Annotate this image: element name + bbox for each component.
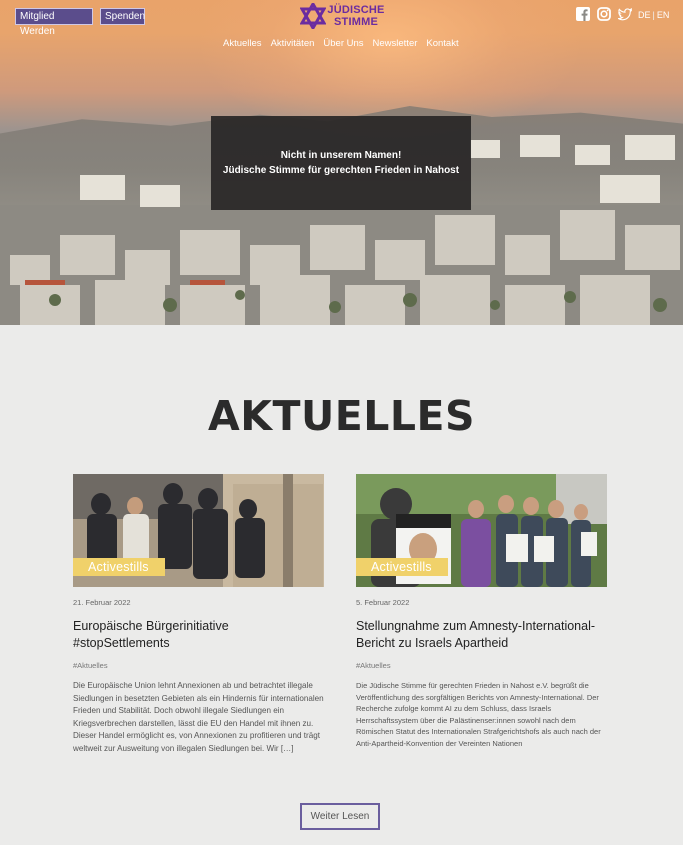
hero-banner: Mitglied Werden Spenden JÜDISCHE STIMME … bbox=[0, 0, 683, 325]
post-card[interactable]: Activestills 21. Februar 2022 Europäisch… bbox=[73, 474, 324, 756]
logo-line-2: STIMME bbox=[334, 16, 378, 28]
nav-item-ueber-uns[interactable]: Über Uns bbox=[323, 38, 363, 50]
nav-item-newsletter[interactable]: Newsletter bbox=[373, 38, 418, 50]
post-image[interactable]: Activestills bbox=[73, 474, 324, 587]
post-date: 21. Februar 2022 bbox=[73, 598, 131, 607]
post-excerpt: Die Europäische Union lehnt Annexionen a… bbox=[73, 681, 324, 753]
lang-de[interactable]: DE bbox=[638, 10, 651, 20]
instagram-icon[interactable] bbox=[597, 7, 611, 21]
social-links bbox=[576, 7, 633, 21]
hero-tagline-box: Nicht in unserem Namen! Jüdische Stimme … bbox=[211, 116, 471, 210]
facebook-icon[interactable] bbox=[576, 7, 590, 21]
member-button[interactable]: Mitglied Werden bbox=[15, 8, 93, 37]
top-bar: Mitglied Werden Spenden JÜDISCHE STIMME … bbox=[0, 0, 683, 60]
post-excerpt: Die Jüdische Stimme für gerechten Friede… bbox=[356, 681, 601, 748]
hero-line-2: Jüdische Stimme für gerechten Frieden in… bbox=[222, 165, 460, 176]
nav-item-kontakt[interactable]: Kontakt bbox=[426, 38, 458, 50]
post-badge: Activestills bbox=[356, 558, 448, 576]
post-title[interactable]: Europäische Bürgerinitiative #stopSettle… bbox=[73, 618, 324, 652]
hero-line-1: Nicht in unserem Namen! bbox=[280, 150, 402, 161]
nav-item-aktuelles[interactable]: Aktuelles bbox=[223, 38, 262, 50]
star-of-david-icon bbox=[300, 3, 326, 29]
post-badge: Activestills bbox=[73, 558, 165, 576]
lang-en[interactable]: EN bbox=[657, 10, 670, 20]
donate-button[interactable]: Spenden bbox=[100, 8, 145, 25]
post-image[interactable]: Activestills bbox=[356, 474, 607, 587]
post-tag[interactable]: #Aktuelles bbox=[73, 661, 324, 671]
language-switcher: DE | EN bbox=[638, 9, 669, 21]
nav-item-aktivitaeten[interactable]: Aktivitäten bbox=[271, 38, 315, 50]
read-more-button[interactable]: Weiter Lesen bbox=[300, 803, 380, 830]
post-title[interactable]: Stellungnahme zum Amnesty-International-… bbox=[356, 618, 607, 652]
logo-line-1: JÜDISCHE bbox=[327, 4, 385, 16]
section-title: AKTUELLES bbox=[207, 392, 476, 440]
post-card[interactable]: Activestills 5. Februar 2022 Stellungnah… bbox=[356, 474, 607, 750]
twitter-icon[interactable] bbox=[616, 7, 633, 21]
post-date: 5. Februar 2022 bbox=[356, 598, 410, 607]
site-logo[interactable]: JÜDISCHE STIMME bbox=[300, 3, 386, 31]
post-tag[interactable]: #Aktuelles bbox=[356, 661, 607, 671]
logo-text: JÜDISCHE STIMME bbox=[326, 4, 386, 28]
main-nav: Aktuelles Aktivitäten Über Uns Newslette… bbox=[223, 38, 459, 50]
